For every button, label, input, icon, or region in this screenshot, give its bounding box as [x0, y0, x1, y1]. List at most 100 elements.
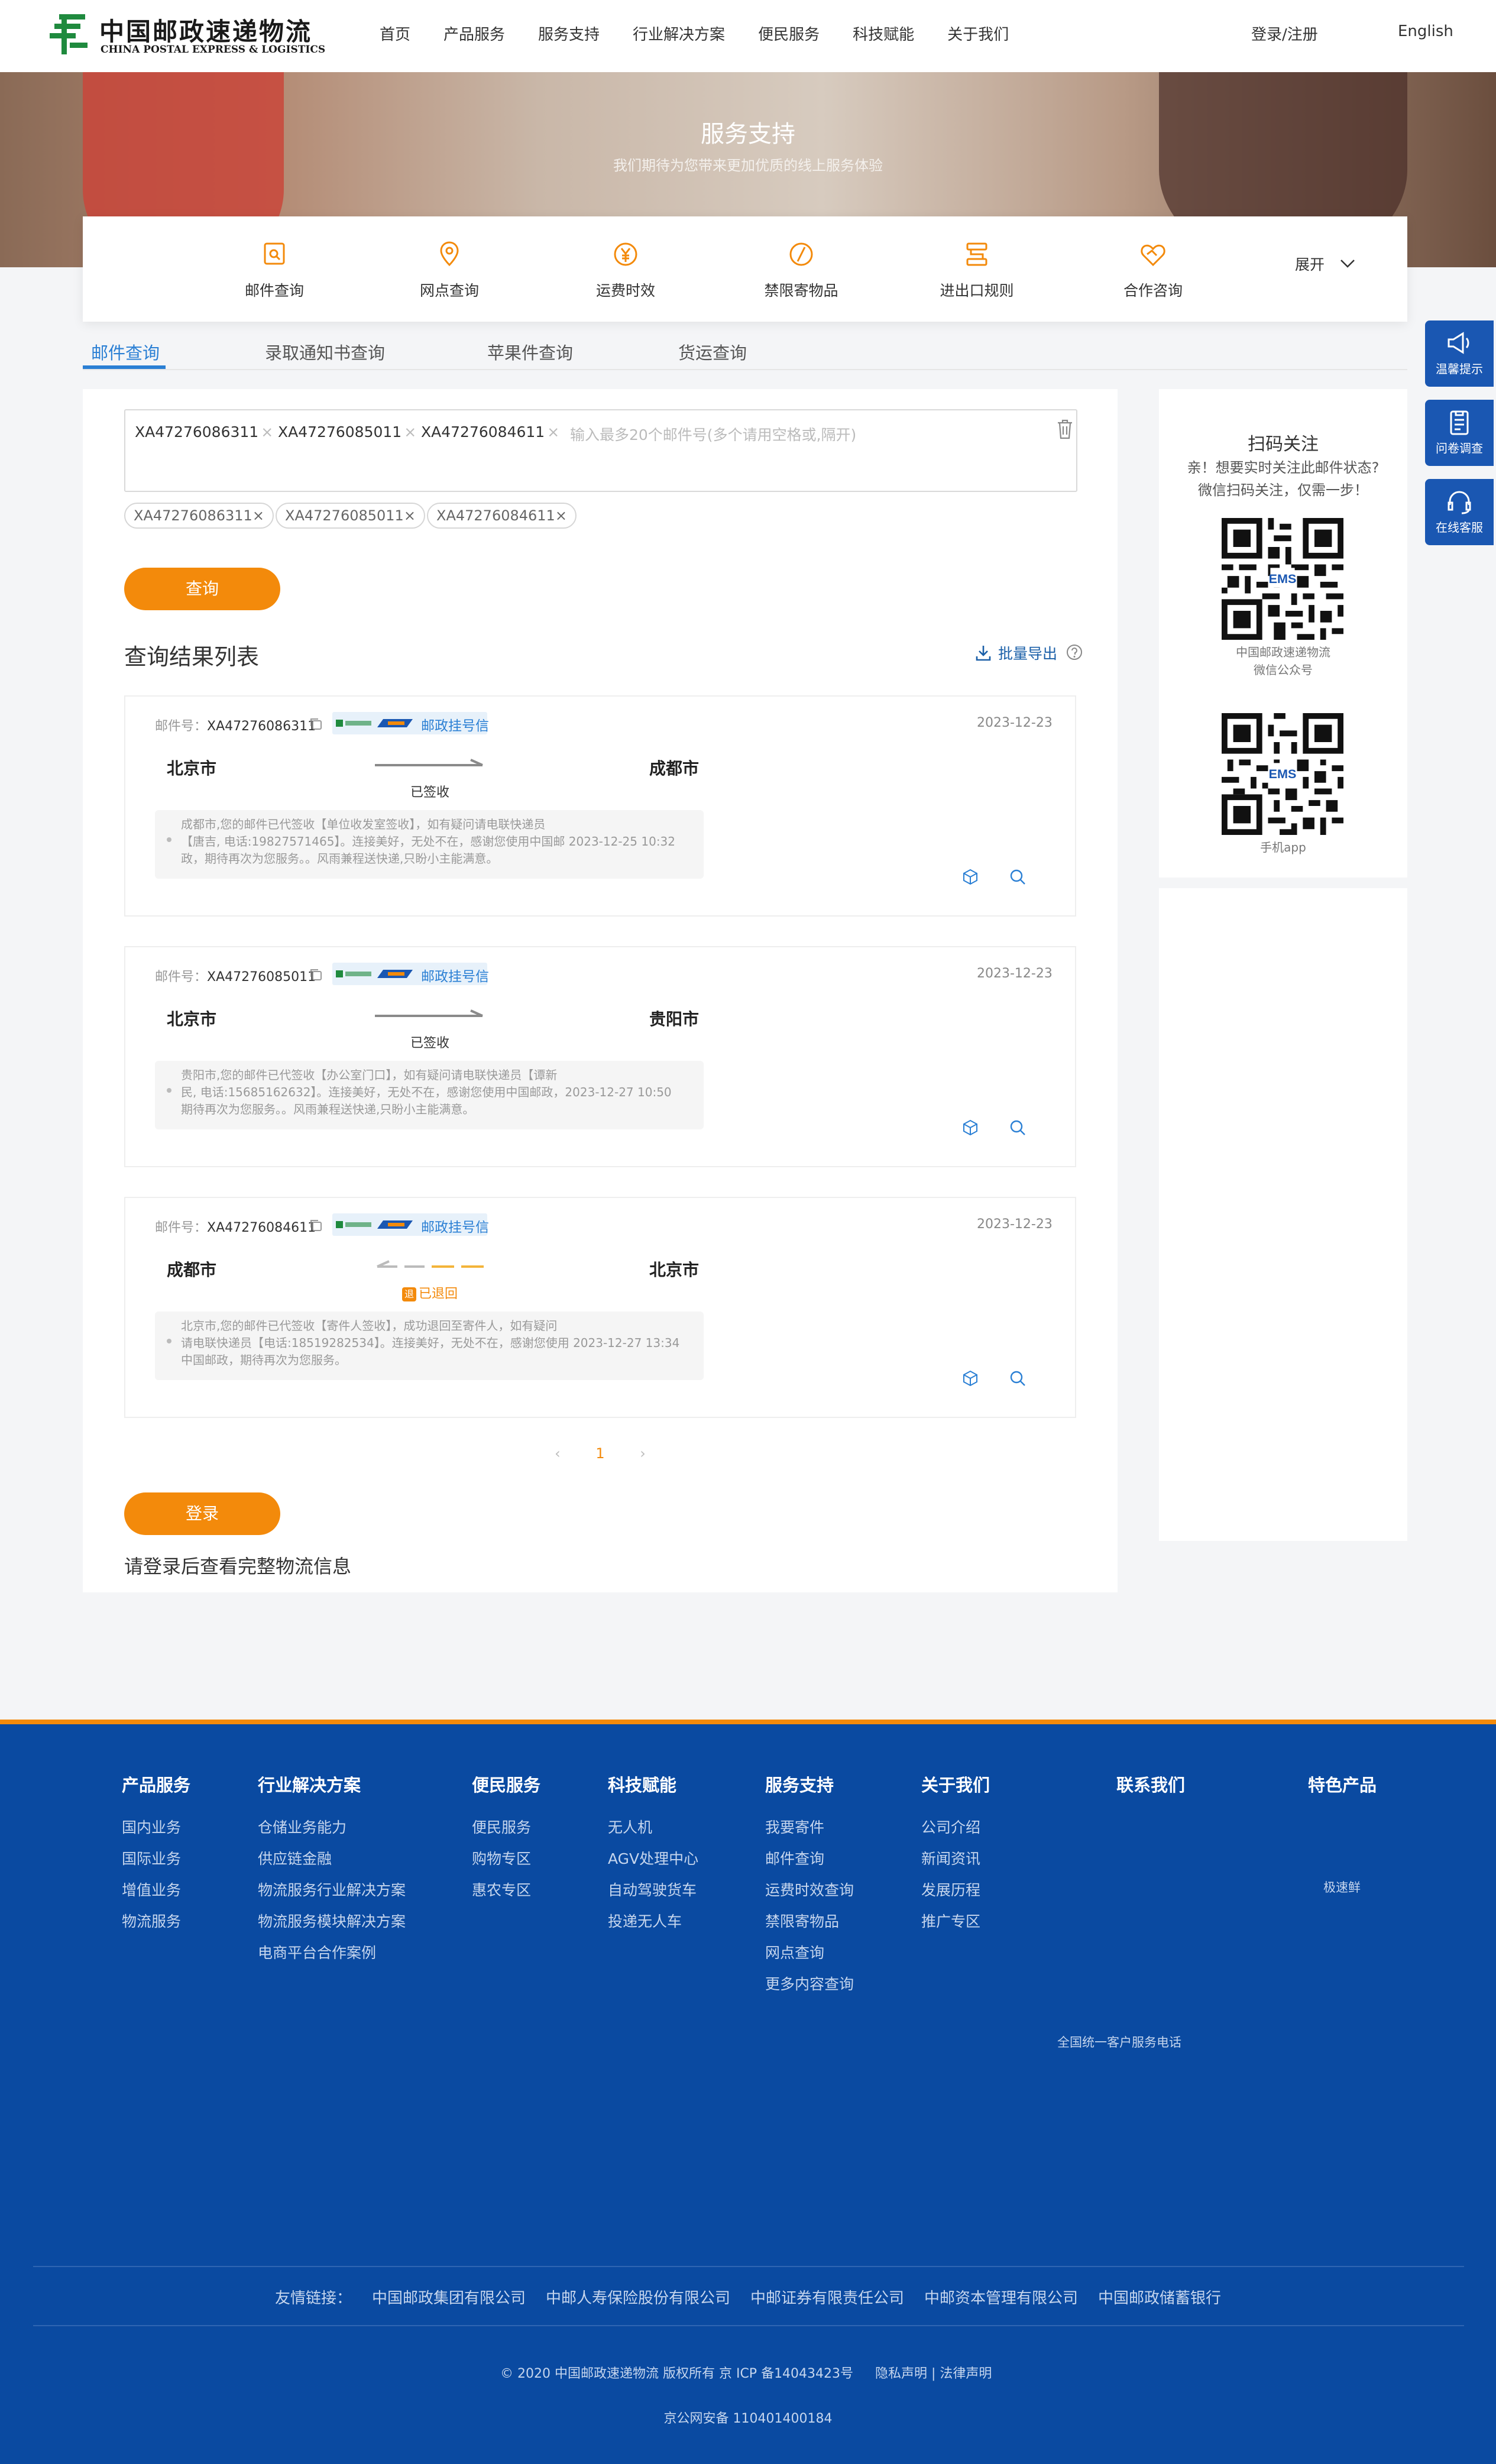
footer-link[interactable]: 国际业务	[122, 1843, 190, 1874]
friend-link[interactable]: 中邮人寿保险股份有限公司	[546, 2286, 730, 2308]
mail-number-chip[interactable]: XA47276084611×	[427, 503, 577, 529]
package-icon[interactable]	[961, 1369, 979, 1387]
footer-link[interactable]: 网点查询	[765, 1937, 854, 1968]
search-icon[interactable]	[1009, 1119, 1027, 1137]
service-outlet-query[interactable]: 网点查询	[384, 240, 514, 300]
footer-link[interactable]: 国内业务	[122, 1812, 190, 1843]
footer-accent-line	[0, 1720, 1496, 1724]
footer-link[interactable]: 物流服务模块解决方案	[258, 1906, 406, 1937]
wechat-qr-code: EMS	[1222, 518, 1343, 640]
origin-city: 成都市	[167, 1260, 217, 1280]
tab-freight-query[interactable]: 货运查询	[678, 339, 747, 364]
float-online-service-button[interactable]: 在线客服	[1425, 479, 1494, 545]
friend-link[interactable]: 中邮证券有限责任公司	[750, 2286, 904, 2308]
copy-icon[interactable]	[309, 717, 323, 731]
friend-link[interactable]: 中邮资本管理有限公司	[924, 2286, 1078, 2308]
float-survey-button[interactable]: 问卷调查	[1425, 400, 1494, 466]
friend-link[interactable]: 中国邮政储蓄银行	[1098, 2286, 1221, 2308]
ems-badge: 邮政挂号信	[332, 712, 489, 734]
service-cooperation[interactable]: 合作咨询	[1088, 240, 1218, 300]
footer-link[interactable]: 邮件查询	[765, 1843, 854, 1874]
nav-convenience[interactable]: 便民服务	[758, 22, 820, 44]
login-register-link[interactable]: 登录/注册	[1251, 22, 1318, 44]
service-mail-query[interactable]: 邮件查询	[209, 240, 339, 300]
results-title: 查询结果列表	[124, 644, 260, 670]
service-import-export[interactable]: 进出口规则	[912, 240, 1042, 300]
download-icon	[976, 646, 991, 661]
input-tag[interactable]: XA47276086311 ×	[135, 423, 273, 441]
copy-icon[interactable]	[309, 1218, 323, 1232]
icp-record[interactable]: 京公网安备 110401400184	[0, 2408, 1496, 2427]
package-icon[interactable]	[961, 868, 979, 886]
nav-about[interactable]: 关于我们	[947, 22, 1009, 44]
footer-link[interactable]: 供应链金融	[258, 1843, 406, 1874]
china-post-logo-icon	[50, 14, 88, 54]
help-icon[interactable]	[1066, 643, 1083, 661]
chevron-down-icon	[1340, 260, 1355, 268]
trash-icon[interactable]	[1056, 419, 1074, 440]
tab-admission-letter[interactable]: 录取通知书查询	[265, 339, 385, 364]
return-arrow-icon	[377, 1260, 484, 1268]
tab-mail-query[interactable]: 邮件查询	[91, 339, 160, 364]
current-page[interactable]: 1	[595, 1445, 604, 1462]
float-tips-button[interactable]: 温馨提示	[1425, 320, 1494, 387]
footer-link[interactable]: AGV处理中心	[608, 1843, 698, 1874]
footer-link[interactable]: 新闻资讯	[921, 1843, 990, 1874]
query-button[interactable]: 查询	[124, 568, 280, 610]
language-switch[interactable]: English	[1398, 22, 1453, 40]
ems-logo-icon	[336, 1220, 413, 1229]
footer-link[interactable]: 无人机	[608, 1812, 698, 1843]
footer-link[interactable]: 电商平台合作案例	[258, 1937, 406, 1968]
nav-solutions[interactable]: 行业解决方案	[633, 22, 725, 44]
footer-link[interactable]: 发展历程	[921, 1874, 990, 1906]
footer-link[interactable]: 物流服务行业解决方案	[258, 1874, 406, 1906]
footer-link[interactable]: 运费时效查询	[765, 1874, 854, 1906]
footer-link[interactable]: 更多内容查询	[765, 1968, 854, 2000]
qr-title: 扫码关注	[1248, 434, 1319, 455]
copy-icon[interactable]	[309, 967, 323, 982]
footer-col-featured: 特色产品	[1308, 1775, 1377, 1795]
footer-link[interactable]: 推广专区	[921, 1906, 990, 1937]
tab-apple-parcel[interactable]: 苹果件查询	[487, 339, 573, 364]
nav-home[interactable]: 首页	[380, 22, 410, 44]
footer-link[interactable]: 我要寄件	[765, 1812, 854, 1843]
footer-link[interactable]: 仓储业务能力	[258, 1812, 406, 1843]
origin-city: 北京市	[167, 1009, 217, 1029]
service-freight-time[interactable]: 运费时效	[561, 240, 691, 300]
footer-link[interactable]: 便民服务	[472, 1812, 540, 1843]
footer-link[interactable]: 购物专区	[472, 1843, 540, 1874]
footer-link[interactable]: 惠农专区	[472, 1874, 540, 1906]
import-export-icon	[966, 242, 987, 266]
prev-page-button[interactable]: ‹	[555, 1445, 561, 1462]
nav-support[interactable]: 服务支持	[538, 22, 600, 44]
footer-link[interactable]: 增值业务	[122, 1874, 190, 1906]
login-button[interactable]: 登录	[124, 1492, 280, 1535]
site-logo[interactable]: 中国邮政速递物流 CHINA POSTAL EXPRESS & LOGISTIC…	[46, 11, 325, 58]
package-icon[interactable]	[961, 1119, 979, 1137]
next-page-button[interactable]: ›	[640, 1445, 646, 1462]
input-tag[interactable]: XA47276084611 ×	[421, 423, 559, 441]
search-icon[interactable]	[1009, 1369, 1027, 1387]
featured-product-link[interactable]: 极速鲜	[1323, 1878, 1361, 1896]
footer-link[interactable]: 禁限寄物品	[765, 1906, 854, 1937]
mail-search-icon	[264, 242, 285, 265]
friend-link[interactable]: 中国邮政集团有限公司	[372, 2286, 526, 2308]
mail-number-input[interactable]: XA47276086311 × XA47276085011 × XA47276084…	[124, 409, 1077, 492]
destination-city: 北京市	[649, 1260, 699, 1280]
nav-products[interactable]: 产品服务	[443, 22, 505, 44]
batch-export-button[interactable]: 批量导出	[974, 642, 1057, 663]
search-icon[interactable]	[1009, 868, 1027, 886]
services-expand-toggle[interactable]: 展开	[1295, 253, 1355, 274]
destination-city: 成都市	[649, 759, 699, 778]
mail-number-chip[interactable]: XA47276085011×	[276, 503, 425, 529]
mail-number-chip[interactable]: XA47276086311×	[124, 503, 274, 529]
footer-link[interactable]: 公司介绍	[921, 1812, 990, 1843]
footer-link[interactable]: 自动驾驶货车	[608, 1874, 698, 1906]
policy-links[interactable]: 隐私声明 | 法律声明	[875, 2363, 992, 2382]
input-tag[interactable]: XA47276085011 ×	[278, 423, 416, 441]
footer-link[interactable]: 投递无人车	[608, 1906, 698, 1937]
footer-link[interactable]: 物流服务	[122, 1906, 190, 1937]
nav-technology[interactable]: 科技赋能	[853, 22, 914, 44]
footer-col-convenience: 便民服务 便民服务 购物专区 惠农专区	[472, 1772, 540, 1906]
service-prohibited-items[interactable]: 禁限寄物品	[736, 240, 866, 300]
